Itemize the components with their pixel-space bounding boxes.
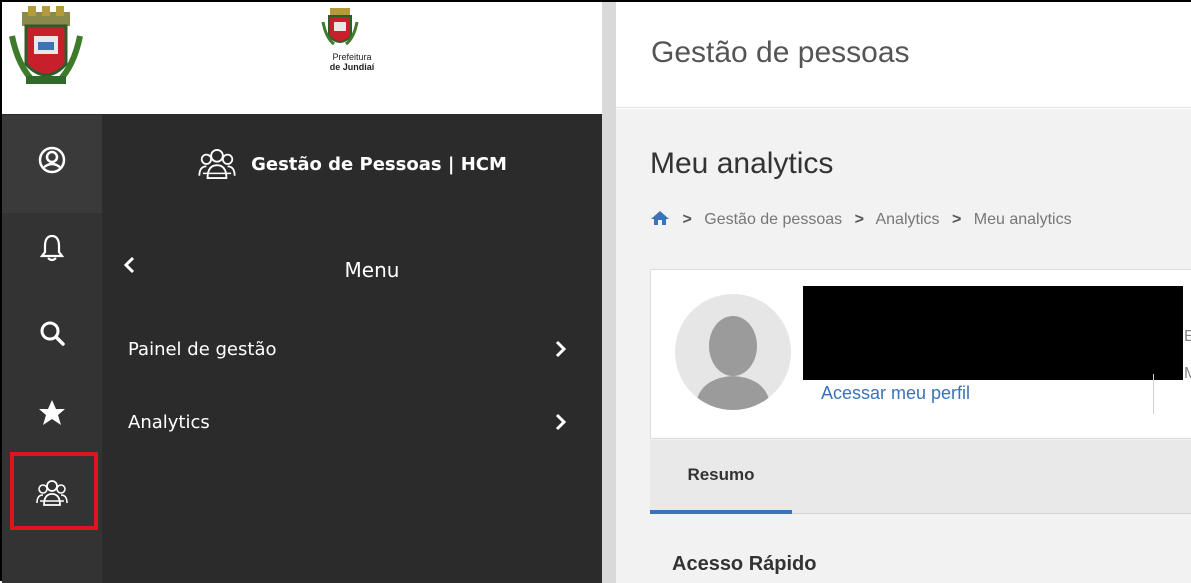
top-bar: Gestão de pessoas [616, 2, 1191, 108]
chevron-right-icon [555, 413, 567, 431]
profile-card: E M Acessar meu perfil [650, 269, 1191, 439]
main-area: Gestão de pessoas Meu analytics > Gestão… [616, 2, 1191, 583]
tab-bar: Resumo [650, 440, 1191, 514]
hcm-module-button[interactable] [2, 468, 102, 518]
menu-title: Menu [344, 258, 400, 282]
navigation-menu: Gestão de Pessoas | HCM Menu Painel de g… [102, 115, 602, 583]
notifications-button[interactable] [2, 223, 102, 273]
menu-item-analytics[interactable]: Analytics [128, 402, 568, 442]
menu-item-label: Analytics [128, 411, 210, 433]
breadcrumb-separator: > [854, 211, 864, 228]
icon-rail [2, 115, 102, 583]
breadcrumb-item[interactable]: Analytics [875, 211, 939, 228]
profile-field-truncated: M [1184, 365, 1191, 382]
breadcrumb-item: Meu analytics [973, 211, 1072, 228]
search-button[interactable] [2, 308, 102, 358]
breadcrumb-separator: > [682, 211, 692, 228]
module-title: Gestão de Pessoas | HCM [251, 153, 507, 175]
logo-strip: Prefeitura de Jundiaí [2, 2, 602, 115]
user-circle-icon [38, 146, 66, 174]
logo-line-1: Prefeitura [332, 52, 372, 62]
avatar [675, 294, 791, 410]
app-title: Gestão de pessoas [651, 36, 910, 69]
home-icon[interactable] [650, 210, 670, 226]
quick-access-heading: Acesso Rápido [672, 553, 817, 575]
bell-icon [39, 234, 65, 262]
tab-resumo[interactable]: Resumo [650, 440, 792, 514]
page-title: Meu analytics [650, 147, 834, 180]
avatar-placeholder-icon [695, 316, 771, 410]
city-crest-logo [9, 6, 83, 85]
page-content: Meu analytics > Gestão de pessoas > Anal… [616, 109, 1191, 583]
menu-item-painel-de-gestao[interactable]: Painel de gestão [128, 329, 568, 369]
prefeitura-logo-text: Prefeitura de Jundiaí [312, 52, 392, 72]
star-icon [39, 400, 65, 425]
people-group-icon [36, 480, 68, 506]
logo-line-2: de Jundiaí [329, 62, 375, 72]
menu-item-label: Painel de gestão [128, 338, 277, 360]
people-group-icon [198, 148, 236, 180]
city-crest-emblem [321, 8, 359, 46]
panel-divider [602, 2, 616, 583]
breadcrumb-item[interactable]: Gestão de pessoas [704, 211, 842, 228]
search-icon [40, 321, 65, 346]
menu-header: Gestão de Pessoas | HCM [102, 115, 602, 213]
favorites-button[interactable] [2, 388, 102, 438]
profile-separator [1153, 374, 1154, 414]
breadcrumb: > Gestão de pessoas > Analytics > Meu an… [650, 210, 1072, 229]
redacted-user-info [803, 286, 1183, 380]
access-profile-link[interactable]: Acessar meu perfil [821, 383, 970, 404]
profile-button[interactable] [2, 135, 102, 185]
profile-field-truncated: E [1184, 328, 1191, 345]
breadcrumb-separator: > [951, 211, 962, 228]
chevron-right-icon [555, 340, 567, 358]
